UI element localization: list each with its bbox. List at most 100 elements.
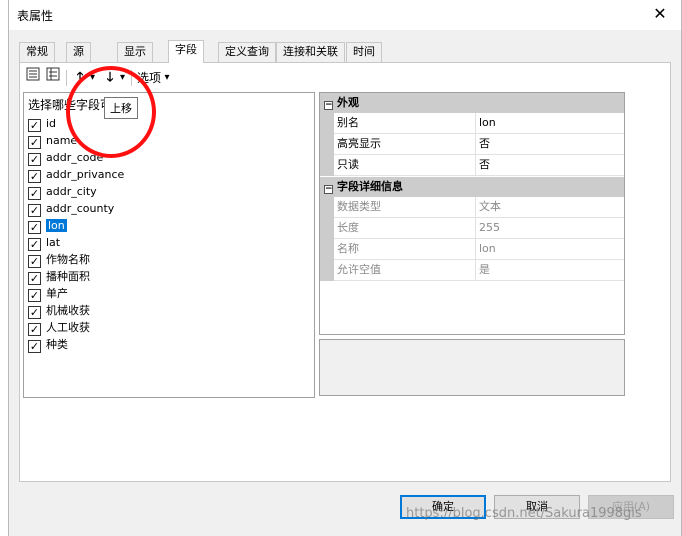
field-list-item[interactable]: ✓ id xyxy=(28,115,56,132)
property-value: lon xyxy=(475,239,625,260)
property-value: 255 xyxy=(475,218,625,239)
field-list-item[interactable]: ✓ 人工收获 xyxy=(28,319,90,336)
field-visible-checkbox[interactable]: ✓ xyxy=(28,153,41,166)
field-visible-checkbox[interactable]: ✓ xyxy=(28,289,41,302)
move-down-arrow-icon[interactable]: 🡓 xyxy=(102,67,118,89)
field-visible-checkbox[interactable]: ✓ xyxy=(28,272,41,285)
property-value-select[interactable]: 否 xyxy=(475,155,625,176)
field-list-item[interactable]: ✓ addr_code xyxy=(28,149,103,166)
close-button[interactable]: ✕ xyxy=(649,3,671,25)
field-name-label: lon xyxy=(46,219,67,232)
watermark-text: https://blog.csdn.net/Sakura1998gis xyxy=(406,506,642,521)
field-visible-checkbox[interactable]: ✓ xyxy=(28,170,41,183)
property-name: 只读 xyxy=(337,158,359,171)
field-visible-checkbox[interactable]: ✓ xyxy=(28,187,41,200)
field-name-label: 作物名称 xyxy=(46,253,90,266)
field-visible-checkbox[interactable]: ✓ xyxy=(28,340,41,353)
window-title: 表属性 xyxy=(17,9,54,23)
field-name-label: 单产 xyxy=(46,287,68,300)
property-row-alias[interactable]: 别名 lon xyxy=(320,113,624,134)
property-row-highlight[interactable]: 高亮显示 否 xyxy=(320,134,624,155)
row-gutter xyxy=(320,113,334,134)
row-gutter xyxy=(320,239,334,260)
toolbar-separator xyxy=(131,70,132,86)
property-row-data-type: 数据类型 文本 xyxy=(320,197,624,218)
detail-view-icon[interactable] xyxy=(44,67,62,89)
property-value: 是 xyxy=(475,260,625,281)
move-up-arrow-icon[interactable]: 🡑 xyxy=(72,67,88,89)
field-visible-checkbox[interactable]: ✓ xyxy=(28,323,41,336)
collapse-icon[interactable]: − xyxy=(324,185,333,194)
field-name-label: addr_city xyxy=(46,185,97,198)
row-gutter xyxy=(320,260,334,281)
fields-tab-panel: 🡑 ▾ 🡓 ▾ 选项 ▾ 上移 选择哪些字段可见 ✓ id ✓ name ✓ addr_c… xyxy=(19,62,671,482)
list-view-icon[interactable] xyxy=(24,67,42,89)
property-name: 名称 xyxy=(337,242,359,255)
category-appearance[interactable]: − 外观 xyxy=(320,93,624,113)
property-name: 高亮显示 xyxy=(337,137,381,150)
field-list-item[interactable]: ✓ addr_privance xyxy=(28,166,124,183)
tab-display[interactable]: 显示 xyxy=(117,42,153,62)
field-name-label: name xyxy=(46,134,78,147)
title-bar: 表属性 ✕ xyxy=(9,0,681,30)
field-list-item[interactable]: ✓ name xyxy=(28,132,77,149)
field-name-label: addr_code xyxy=(46,151,104,164)
field-list-item[interactable]: ✓ 单产 xyxy=(28,285,68,302)
options-button[interactable]: 选项 xyxy=(136,67,162,89)
move-down-dropdown-icon[interactable]: ▾ xyxy=(118,67,127,89)
field-name-label: 机械收获 xyxy=(46,304,90,317)
property-name: 别名 xyxy=(337,116,359,129)
field-list[interactable]: 选择哪些字段可见 ✓ id ✓ name ✓ addr_code ✓ addr_privanc… xyxy=(23,92,315,398)
category-title: 字段详细信息 xyxy=(337,180,403,193)
property-name: 长度 xyxy=(337,221,359,234)
field-list-item[interactable]: ✓ 播种面积 xyxy=(28,268,90,285)
field-visible-checkbox[interactable]: ✓ xyxy=(28,119,41,132)
property-value-select[interactable]: 否 xyxy=(475,134,625,155)
field-name-label: 种类 xyxy=(46,338,68,351)
move-up-dropdown-icon[interactable]: ▾ xyxy=(88,67,97,89)
tab-definition-query[interactable]: 定义查询 xyxy=(218,42,276,62)
field-visible-checkbox[interactable]: ✓ xyxy=(28,204,41,217)
field-name-label: addr_privance xyxy=(46,168,125,181)
field-visible-checkbox[interactable]: ✓ xyxy=(28,221,41,234)
row-gutter xyxy=(320,155,334,176)
field-visible-checkbox[interactable]: ✓ xyxy=(28,306,41,319)
field-list-item[interactable]: ✓ 机械收获 xyxy=(28,302,90,319)
property-value: 文本 xyxy=(475,197,625,218)
field-list-item[interactable]: ✓ lat xyxy=(28,234,60,251)
row-gutter xyxy=(320,218,334,239)
row-gutter xyxy=(320,197,334,218)
tab-joins-relates[interactable]: 连接和关联 xyxy=(276,42,345,62)
toolbar-separator xyxy=(66,70,67,86)
row-gutter xyxy=(320,134,334,155)
field-name-label: 人工收获 xyxy=(46,321,90,334)
field-list-item[interactable]: ✓ addr_county xyxy=(28,200,114,217)
category-field-details[interactable]: − 字段详细信息 xyxy=(320,177,624,197)
collapse-icon[interactable]: − xyxy=(324,101,333,110)
field-name-label: lat xyxy=(46,236,61,249)
property-row-length: 长度 255 xyxy=(320,218,624,239)
options-dropdown-icon[interactable]: ▾ xyxy=(162,67,172,89)
tab-fields[interactable]: 字段 xyxy=(168,40,204,63)
tab-general[interactable]: 常规 xyxy=(19,42,55,62)
property-grid[interactable]: − 外观 别名 lon 高亮显示 否 只读 否 − 字段详细信息 数据类型 文本… xyxy=(319,92,625,335)
property-description-box xyxy=(319,339,625,396)
field-list-item[interactable]: ✓ addr_city xyxy=(28,183,97,200)
table-properties-dialog: 表属性 ✕ 常规 源 显示 字段 定义查询 连接和关联 时间 🡑 ▾ 🡓 ▾ 选… xyxy=(8,0,682,536)
field-visible-checkbox[interactable]: ✓ xyxy=(28,136,41,149)
property-row-allow-null: 允许空值 是 xyxy=(320,260,624,281)
tab-time[interactable]: 时间 xyxy=(346,42,382,62)
field-name-label: 播种面积 xyxy=(46,270,90,283)
move-up-tooltip: 上移 xyxy=(104,97,138,119)
field-list-item[interactable]: ✓ lon xyxy=(28,217,67,234)
property-name: 允许空值 xyxy=(337,263,381,276)
property-value-input[interactable]: lon xyxy=(475,113,625,134)
category-title: 外观 xyxy=(337,96,359,109)
field-list-item[interactable]: ✓ 种类 xyxy=(28,336,68,353)
field-name-label: addr_county xyxy=(46,202,115,215)
property-row-readonly[interactable]: 只读 否 xyxy=(320,155,624,176)
field-visible-checkbox[interactable]: ✓ xyxy=(28,255,41,268)
tab-source[interactable]: 源 xyxy=(66,42,91,62)
field-list-item[interactable]: ✓ 作物名称 xyxy=(28,251,90,268)
field-visible-checkbox[interactable]: ✓ xyxy=(28,238,41,251)
